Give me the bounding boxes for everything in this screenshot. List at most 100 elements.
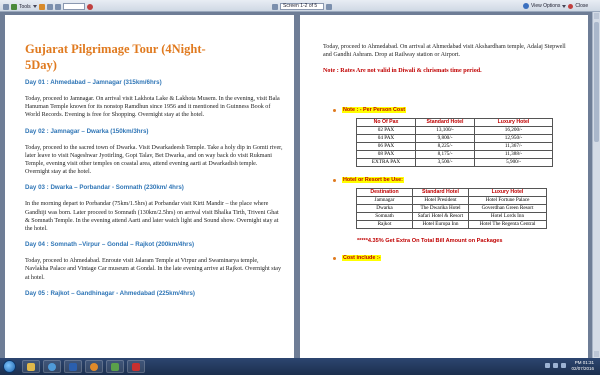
toolbar-left-group: Tools [3, 3, 93, 10]
table-row: Somnath Safari Hotel & Resort Hotel Lord… [356, 212, 547, 222]
extra-discount-line: *****4.35% Get Extra On Total Bill Amoun… [357, 238, 503, 245]
table-cell: 8,225/- [415, 142, 475, 152]
table-row: EXTRA PAX 3,500/- 5,900/- [356, 158, 553, 168]
rates-note: Note : Rates Are not valid in Diwali & c… [323, 67, 573, 75]
table-cell: Dwarka [356, 204, 413, 214]
table-cell: The Dwarika Hotel [412, 204, 469, 214]
table-cell: 13,100/- [415, 126, 475, 136]
day-4-text: Today, proceed to Ahmedabad. Enroute vis… [25, 258, 282, 281]
page-icon[interactable] [54, 3, 61, 10]
page-nav-group: Screen 1-2 of 5 [272, 3, 332, 10]
table-cell: Safari Hotel & Resort [412, 212, 469, 222]
doc-title-line1: Gujarat Pilgrimage Tour (4Night- [25, 42, 206, 56]
table-cell: Jamnagar [356, 196, 413, 206]
table-cell: Somnath [356, 212, 413, 222]
taskbar-photos[interactable] [106, 360, 124, 373]
table-cell: 11,388/- [474, 150, 553, 160]
table-cell: 3,500/- [415, 158, 475, 168]
save-icon[interactable] [11, 3, 17, 10]
table-cell: 08 PAX [356, 150, 416, 160]
table-row: 02 PAX 13,100/- 16,200/- [356, 126, 553, 136]
clock-date: 02/07/2016 [571, 366, 594, 371]
comment-icon[interactable] [46, 3, 53, 10]
view-options-icon[interactable] [523, 3, 529, 9]
record-icon[interactable] [86, 3, 93, 10]
table-cell: 16,200/- [474, 126, 553, 136]
vertical-scrollbar[interactable] [592, 12, 600, 358]
network-icon[interactable] [545, 363, 550, 368]
table-header: Luxury Hotel [468, 188, 547, 198]
table-cell: 5,900/- [474, 158, 553, 168]
page-left: Gujarat Pilgrimage Tour (4Night- 5Day) D… [5, 15, 294, 358]
flag-icon[interactable] [561, 363, 566, 368]
table-header: No Of Pax [356, 118, 416, 128]
taskbar-media[interactable] [85, 360, 103, 373]
table-cell: 8,175/- [415, 150, 475, 160]
table-row: Rajkot Hotel Europa Inn Hotel The Regent… [356, 220, 547, 230]
view-options-menu[interactable]: View Options [531, 3, 560, 9]
table-cell: 06 PAX [356, 142, 416, 152]
taskbar-browser[interactable] [43, 360, 61, 373]
chevron-down-icon[interactable] [32, 5, 37, 8]
table-cell: 04 PAX [356, 134, 416, 144]
table-header: Luxury Hotel [474, 118, 553, 128]
hotel-note-bullet: Hotel or Resort be Use: [333, 177, 573, 184]
bullet-icon [333, 108, 336, 112]
close-button[interactable]: Close [575, 3, 588, 9]
tools-menu[interactable]: Tools [19, 4, 31, 10]
note-text: Rates Are not valid in Diwali & chrismat… [340, 68, 482, 75]
close-icon[interactable] [568, 3, 574, 9]
table-cell: 12,950/- [474, 134, 553, 144]
table-row: 08 PAX 8,175/- 11,388/- [356, 150, 553, 160]
next-screen-icon[interactable] [326, 3, 332, 10]
table-cell: 02 PAX [356, 126, 416, 136]
table-header: Standard Hotel [412, 188, 469, 198]
table-cell: 9,800/- [415, 134, 475, 144]
table-cell: Rajkot [356, 220, 413, 230]
start-button[interactable] [3, 360, 16, 373]
hotel-table: Destination Standard Hotel Luxury Hotel … [356, 188, 547, 230]
right-intro-text: Today, proceed to Ahmedabad. On arrival … [323, 44, 566, 59]
taskbar-word[interactable] [64, 360, 82, 373]
scroll-down-icon[interactable] [594, 351, 599, 357]
day-2-heading: Day 02 : Jamnagar – Dwarka (150km/3hrs) [25, 127, 149, 135]
table-header-row: No Of Pax Standard Hotel Luxury Hotel [356, 118, 553, 128]
table-cell: EXTRA PAX [356, 158, 416, 168]
file-icon[interactable] [3, 3, 9, 10]
page-right: Today, proceed to Ahmedabad. On arrival … [300, 15, 588, 358]
folder-icon [27, 363, 35, 371]
taskbar: PM 01:31 02/07/2016 [0, 358, 600, 375]
bullet-icon [333, 256, 336, 260]
hotel-note: Hotel or Resort be Use: [342, 177, 404, 184]
scroll-up-icon[interactable] [594, 13, 599, 19]
table-header: Destination [356, 188, 413, 198]
table-row: 04 PAX 9,800/- 12,950/- [356, 134, 553, 144]
acrobat-icon [132, 363, 140, 371]
zoom-select[interactable] [62, 3, 85, 10]
prev-screen-icon[interactable] [272, 3, 278, 10]
chevron-down-icon[interactable] [562, 4, 567, 8]
table-cell: Hotel Fortune Palace [468, 196, 547, 206]
clock[interactable]: PM 01:31 02/07/2016 [571, 360, 594, 372]
cost-note: Note : - Per Person Cost [342, 107, 407, 114]
taskbar-acrobat[interactable] [127, 360, 145, 373]
table-header-row: Destination Standard Hotel Luxury Hotel [356, 188, 547, 198]
day-3-text: In the morning depart to Porbandar (75km… [25, 201, 279, 233]
day-3-heading: Day 03 : Dwarka – Porbandar - Somnath (2… [25, 184, 184, 192]
highlight-icon[interactable] [38, 3, 45, 10]
reader-toolbar: Tools Screen 1-2 of 5 View Options Close [0, 0, 600, 12]
screen-indicator[interactable]: Screen 1-2 of 5 [280, 3, 324, 10]
scroll-thumb[interactable] [594, 22, 599, 142]
taskbar-explorer[interactable] [22, 360, 40, 373]
table-cell: Hotel Lords Inn [468, 212, 547, 222]
volume-icon[interactable] [553, 363, 558, 368]
bullet-icon [333, 178, 336, 182]
cost-include-bullet: Cost include :- [333, 255, 573, 262]
note-label: Note : [323, 68, 341, 75]
table-row: Dwarka The Dwarika Hotel Goverdhan Green… [356, 204, 547, 214]
table-row: 06 PAX 8,225/- 11,367/- [356, 142, 553, 152]
cost-include: Cost include :- [342, 255, 382, 262]
word-icon [69, 363, 77, 371]
day-5-heading: Day 05 : Rajkot – Gandhinagar - Ahmedaba… [25, 289, 195, 297]
table-row: Jamnagar Hotel President Hotel Fortune P… [356, 196, 547, 206]
